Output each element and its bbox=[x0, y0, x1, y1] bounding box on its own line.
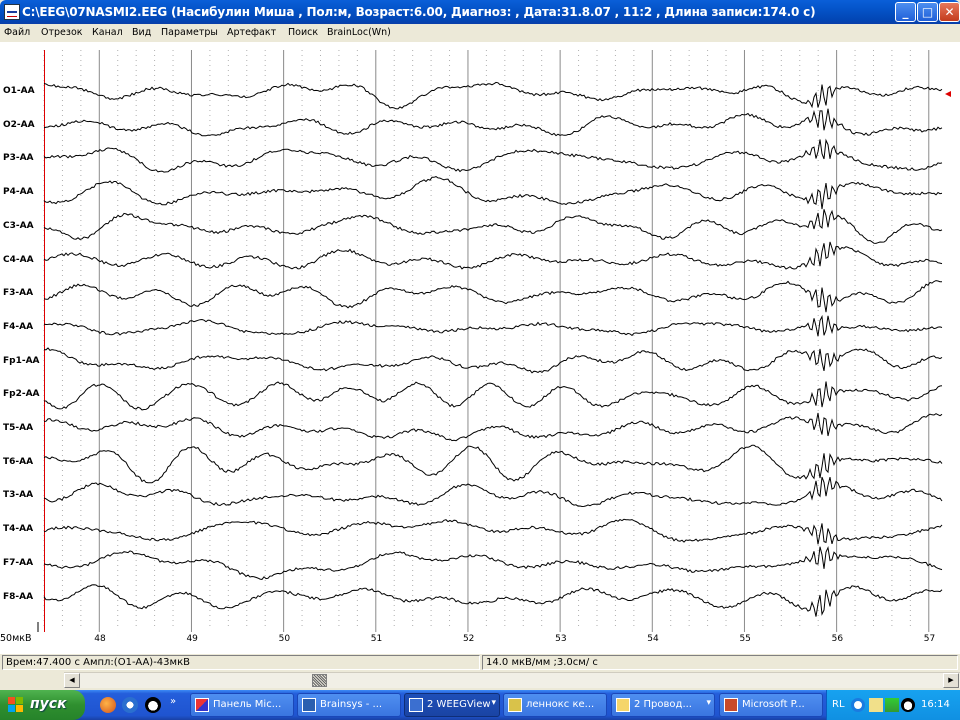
eeg-trace-t5-aa bbox=[43, 412, 943, 442]
eeg-trace-o1-aa bbox=[43, 81, 943, 110]
tray-help-icon[interactable] bbox=[851, 698, 865, 712]
amplitude-scale-label: 50мкВ bbox=[0, 633, 32, 644]
scroll-right-button[interactable]: ▶ bbox=[943, 673, 959, 688]
tray-panda-icon[interactable] bbox=[901, 698, 915, 712]
channel-label[interactable]: F4-AA bbox=[3, 322, 33, 332]
eeg-trace-o2-aa bbox=[43, 108, 943, 137]
clock: 16:14 bbox=[921, 699, 950, 710]
taskbar-item-panel[interactable]: Панель Mic... bbox=[190, 693, 294, 717]
scroll-thumb[interactable] bbox=[312, 674, 327, 687]
title-bar[interactable]: C:\EEG\07NASMI2.EEG (Насибулин Миша , По… bbox=[0, 0, 960, 24]
channel-label[interactable]: F8-AA bbox=[3, 592, 33, 602]
eeg-trace-t6-aa bbox=[43, 444, 943, 484]
brainsys-icon bbox=[302, 698, 316, 712]
panda-icon[interactable] bbox=[145, 697, 161, 713]
time-tick-label: 53 bbox=[555, 634, 567, 644]
window-title: C:\EEG\07NASMI2.EEG (Насибулин Миша , По… bbox=[22, 5, 816, 19]
eeg-trace-panel[interactable]: O1-AA O2-AA P3-AA P4-AA C3-AA C4-AA F3-AA F4-AA… bbox=[0, 42, 960, 654]
menu-artifact[interactable]: Артефакт bbox=[227, 27, 276, 38]
eeg-trace-f7-aa bbox=[43, 545, 943, 580]
channel-label[interactable]: O1-AA bbox=[3, 86, 35, 96]
minimize-button[interactable]: _ bbox=[895, 2, 916, 22]
quicklaunch-overflow-icon[interactable]: » bbox=[170, 696, 176, 707]
menu-segment[interactable]: Отрезок bbox=[41, 27, 83, 38]
taskbar-item-lennox[interactable]: леннокс ке... bbox=[503, 693, 607, 717]
taskbar-item-powerpoint[interactable]: Microsoft P... bbox=[719, 693, 823, 717]
time-tick-label: 56 bbox=[831, 634, 844, 644]
channel-label[interactable]: P3-AA bbox=[3, 153, 34, 163]
menu-brainloc[interactable]: BrainLoc(Wn) bbox=[327, 27, 391, 38]
channel-label[interactable]: F7-AA bbox=[3, 558, 33, 568]
group-arrow-icon: ▾ bbox=[706, 698, 711, 708]
eeg-trace-c4-aa bbox=[43, 241, 943, 270]
channel-label[interactable]: C4-AA bbox=[3, 255, 34, 265]
time-tick-label: 49 bbox=[186, 634, 198, 644]
menu-channel[interactable]: Канал bbox=[92, 27, 123, 38]
status-time-amplitude: Врем:47.400 с Ампл:(O1-AA)-43мкВ bbox=[2, 655, 480, 670]
eeg-trace-t3-aa bbox=[43, 476, 943, 508]
channel-label[interactable]: F3-AA bbox=[3, 288, 33, 298]
menu-file[interactable]: Файл bbox=[4, 27, 30, 38]
start-button[interactable]: пуск bbox=[0, 690, 85, 720]
channel-label[interactable]: Fp1-AA bbox=[3, 356, 40, 366]
start-label: пуск bbox=[30, 696, 67, 712]
time-tick-label: 54 bbox=[647, 634, 659, 644]
tray-security-icon[interactable] bbox=[885, 698, 899, 712]
channel-label[interactable]: O2-AA bbox=[3, 120, 35, 130]
taskbar-item-brainsys[interactable]: Brainsys - ... bbox=[297, 693, 401, 717]
eeg-trace-f4-aa bbox=[43, 314, 943, 337]
time-tick-label: 52 bbox=[462, 634, 475, 644]
weegview-icon bbox=[409, 698, 423, 712]
status-bar: Врем:47.400 с Ампл:(O1-AA)-43мкВ 14.0 мк… bbox=[0, 654, 960, 670]
eeg-trace-f3-aa bbox=[43, 280, 943, 313]
language-indicator[interactable]: RL bbox=[832, 699, 845, 710]
channel-label[interactable]: Fp2-AA bbox=[3, 389, 40, 399]
network-icon[interactable] bbox=[122, 697, 138, 713]
menu-search[interactable]: Поиск bbox=[288, 27, 318, 38]
time-tick-label: 57 bbox=[923, 634, 936, 644]
taskbar: пуск » Панель Mic... Brainsys - ... 2 WE… bbox=[0, 690, 960, 720]
eeg-trace-fp2-aa bbox=[44, 381, 943, 411]
taskbar-item-weegview[interactable]: 2 WEEGView ▾ bbox=[404, 693, 500, 717]
channel-label[interactable]: T4-AA bbox=[3, 524, 33, 534]
time-tick-label: 51 bbox=[370, 634, 383, 644]
menu-bar: Файл Отрезок Канал Вид Параметры Артефак… bbox=[0, 24, 960, 42]
horizontal-scrollbar[interactable]: ◀ ▶ bbox=[64, 672, 960, 688]
scroll-left-button[interactable]: ◀ bbox=[64, 673, 80, 688]
channel-label[interactable]: C3-AA bbox=[3, 221, 34, 231]
channel-label[interactable]: P4-AA bbox=[3, 187, 34, 197]
app-icon[interactable] bbox=[4, 4, 20, 20]
eeg-trace-fp1-aa bbox=[43, 347, 943, 374]
channel-label[interactable]: T3-AA bbox=[3, 490, 33, 500]
eeg-trace-f8-aa bbox=[43, 584, 943, 617]
eeg-trace-p4-aa bbox=[43, 176, 943, 210]
eeg-traces-canvas[interactable] bbox=[0, 42, 960, 654]
menu-parameters[interactable]: Параметры bbox=[161, 27, 218, 38]
time-tick-label: 50 bbox=[278, 634, 291, 644]
status-scale: 14.0 мкВ/мм ;3.0см/ с bbox=[482, 655, 958, 670]
firefox-icon[interactable] bbox=[100, 697, 116, 713]
document-icon bbox=[508, 698, 522, 712]
time-tick-label: 55 bbox=[739, 634, 751, 644]
close-button[interactable]: ✕ bbox=[939, 2, 960, 22]
time-tick-label: 48 bbox=[94, 634, 106, 644]
channel-marker-arrow bbox=[945, 91, 951, 97]
menu-view[interactable]: Вид bbox=[132, 27, 151, 38]
panel-icon bbox=[195, 698, 209, 712]
maximize-button[interactable]: □ bbox=[917, 2, 938, 22]
channel-label[interactable]: T5-AA bbox=[3, 423, 33, 433]
tray-display-icon[interactable] bbox=[869, 698, 883, 712]
eeg-trace-t4-aa bbox=[43, 518, 943, 545]
group-arrow-icon: ▾ bbox=[491, 698, 496, 708]
system-tray: RL 16:14 bbox=[826, 690, 960, 720]
windows-logo-icon bbox=[8, 697, 24, 713]
folder-icon bbox=[616, 698, 630, 712]
powerpoint-icon bbox=[724, 698, 738, 712]
eeg-trace-p3-aa bbox=[43, 138, 943, 173]
taskbar-item-explorer[interactable]: 2 Провод... ▾ bbox=[611, 693, 715, 717]
channel-label[interactable]: T6-AA bbox=[3, 457, 33, 467]
eeg-trace-c3-aa bbox=[43, 209, 943, 244]
